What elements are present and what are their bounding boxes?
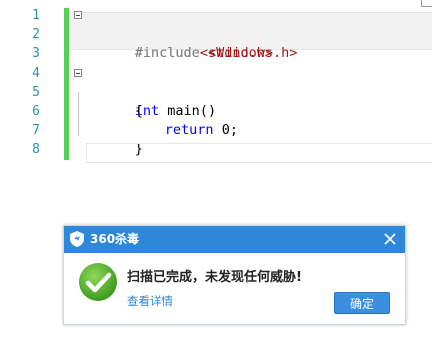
code-line-6[interactable]: return 0; <box>70 102 432 138</box>
line-number: 3 <box>32 46 40 62</box>
code-line-5[interactable]: { <box>70 83 432 119</box>
scan-result-message: 扫描已完成，未发现任何威胁! <box>127 270 302 285</box>
line-number: 1 <box>32 8 40 23</box>
line-number: 2 <box>32 27 40 43</box>
fold-toggle-icon[interactable] <box>74 11 82 19</box>
line-number: 8 <box>32 142 40 158</box>
code-line-1[interactable]: #include <Windows.h> <box>70 6 432 61</box>
code-line-4[interactable]: int main() <box>70 64 432 119</box>
code-line-2[interactable]: #include<stdio.h> <box>70 25 432 61</box>
code-line-7[interactable]: } <box>70 121 432 157</box>
code-area[interactable]: #include <Windows.h> #include<stdio.h> i… <box>70 6 432 157</box>
line-number: 6 <box>32 103 40 119</box>
line-number: 5 <box>32 84 40 100</box>
shield-icon <box>70 231 84 247</box>
line-number-gutter: 1 2 3 4 5 6 7 8 <box>0 6 52 160</box>
dialog-title: 360杀毒 <box>90 232 140 246</box>
view-details-link[interactable]: 查看详情 <box>127 293 173 309</box>
indent-guide <box>78 92 79 136</box>
line-number: 4 <box>32 65 40 81</box>
fold-toggle-icon[interactable] <box>74 68 82 77</box>
line-number: 7 <box>32 123 40 139</box>
close-icon[interactable] <box>383 232 397 246</box>
antivirus-notification-dialog: 360杀毒 扫描已完成，未发现任何威胁! 查看详情 确定 <box>63 225 406 325</box>
current-line-indicator <box>86 143 432 163</box>
dialog-header: 360杀毒 <box>64 226 405 253</box>
change-indicator-bar <box>64 8 69 160</box>
success-check-icon <box>79 263 117 301</box>
code-line-3[interactable] <box>70 44 432 63</box>
ok-button[interactable]: 确定 <box>334 292 390 314</box>
